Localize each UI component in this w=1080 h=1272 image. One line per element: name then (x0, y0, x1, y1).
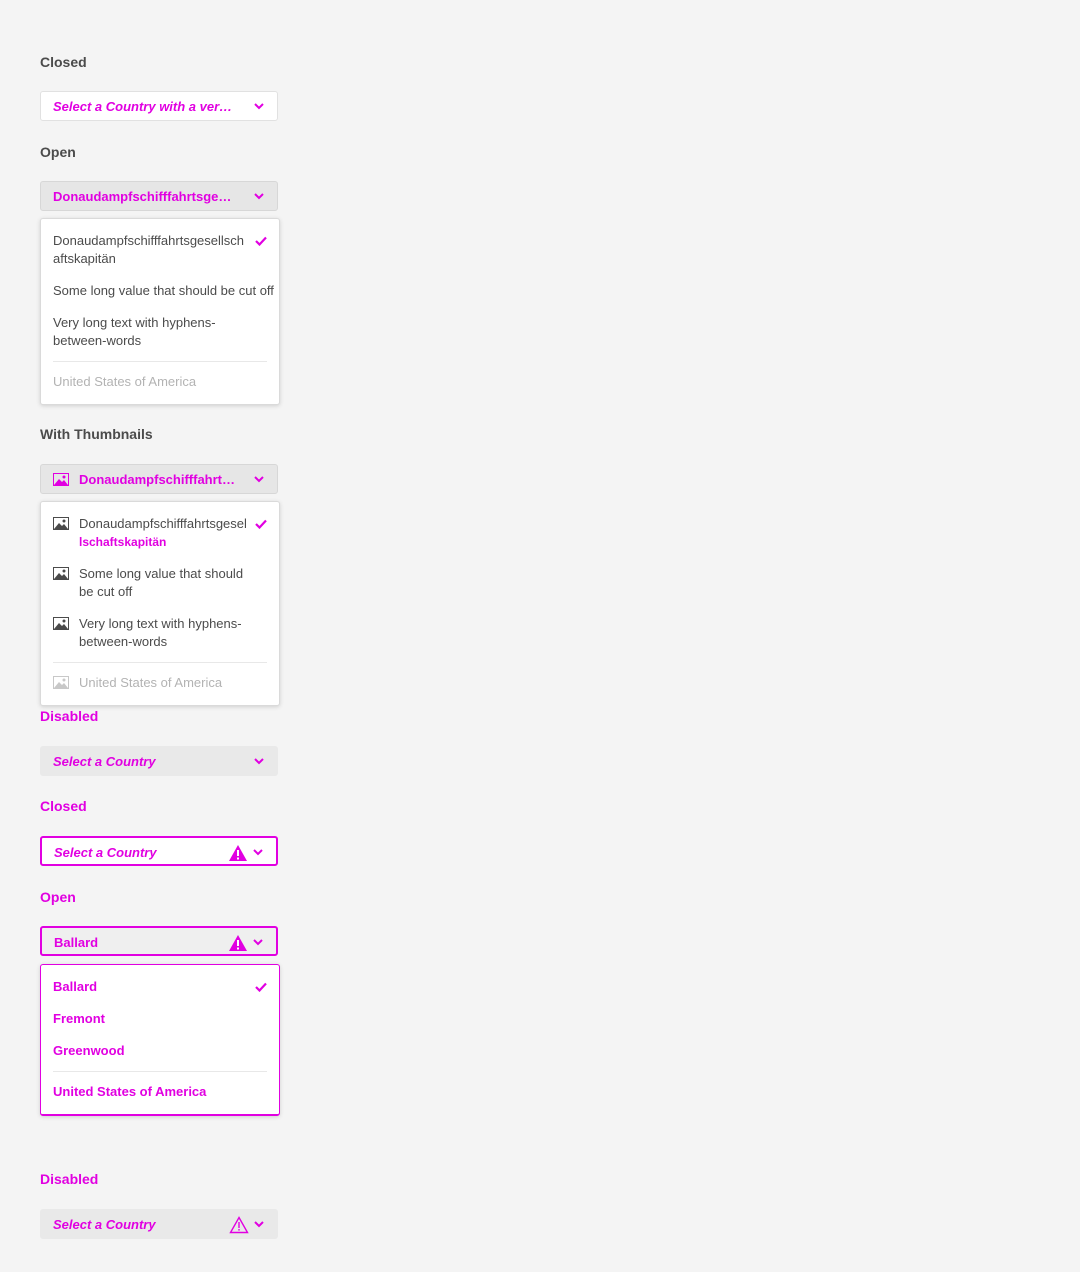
menu-item[interactable]: Ballard (41, 971, 279, 1003)
chevron-down-icon (254, 758, 264, 765)
section-label-open: Open (40, 144, 76, 160)
menu-item[interactable]: Donaudampfschifffahrtsgesellsch aftskapi… (41, 225, 279, 275)
menu-item-label: United States of America (79, 675, 223, 690)
image-icon (53, 517, 69, 530)
menu-item[interactable]: Some long value that should be cut off (41, 275, 279, 307)
picker-placeholder: Select a Country (53, 1217, 156, 1232)
chevron-down-icon (253, 849, 263, 856)
thumbnail-picker-menu: Donaudampfschifffahrtsgesel lschaftskapi… (40, 501, 280, 706)
image-icon (53, 473, 69, 486)
country-picker-invalid-disabled: Select a Country (40, 1209, 278, 1239)
menu-item-disabled: United States of America (41, 1076, 279, 1108)
chevron-down-icon (253, 939, 263, 946)
country-picker-closed[interactable]: Select a Country with a very long label (40, 91, 278, 121)
menu-item-label: Some long value that should be cut off (53, 283, 274, 298)
alert-icon (229, 1216, 249, 1234)
chevron-down-icon (254, 476, 264, 483)
menu-item[interactable]: Donaudampfschifffahrtsgesel lschaftskapi… (41, 508, 279, 558)
menu-item-overflow: lschaftskapitän (79, 535, 167, 549)
menu-item-label: Ballard (53, 979, 98, 994)
menu-item-label: Very long text with hyphens-between-word… (53, 315, 216, 348)
checkmark-icon (255, 236, 267, 246)
picker-placeholder: Select a Country (53, 754, 156, 769)
country-picker-invalid-closed[interactable]: Select a Country (40, 836, 278, 866)
picker-value: Ballard (54, 935, 99, 950)
menu-item-label: Some long value that should be cut off (79, 566, 244, 599)
country-picker-open[interactable]: Donaudampfschifffahrtsgesellschaftskapit… (40, 181, 278, 211)
section-label-open-invalid: Open (40, 889, 76, 905)
menu-item-disabled: United States of America (41, 667, 279, 699)
section-label-closed-invalid: Closed (40, 798, 87, 814)
picker-value: Select a Country with a very long label (53, 99, 237, 114)
picker-menu: Donaudampfschifffahrtsgesellsch aftskapi… (40, 218, 280, 405)
menu-item-label: Donaudampfschifffahrtsgesellsch aftskapi… (53, 233, 245, 266)
menu-item-label: United States of America (53, 374, 197, 389)
chevron-down-icon (254, 103, 264, 110)
country-picker-disabled: Select a Country (40, 746, 278, 776)
checkmark-icon (255, 982, 267, 992)
menu-item[interactable]: Fremont (41, 1003, 279, 1035)
menu-item[interactable]: Very long text with hyphens-between-word… (41, 307, 279, 357)
image-icon (53, 676, 69, 689)
section-label-disabled: Disabled (40, 708, 99, 724)
thumbnail-picker-open[interactable]: Donaudampfschifffahrtsgesellschaftskapit… (40, 464, 278, 494)
picker-value: Donaudampfschifffahrtsgesellschaftskapit… (53, 189, 237, 204)
section-label-closed: Closed (40, 54, 87, 70)
menu-divider (53, 1071, 267, 1072)
alert-icon (229, 845, 247, 861)
chevron-down-icon (254, 193, 264, 200)
country-picker-invalid-open[interactable]: Ballard (40, 926, 278, 956)
section-label-thumbnails: With Thumbnails (40, 426, 153, 442)
menu-divider (53, 361, 267, 362)
menu-item[interactable]: Some long value that should be cut off (41, 558, 279, 608)
menu-item-label: United States of America (53, 1084, 207, 1099)
menu-item[interactable]: Greenwood (41, 1035, 279, 1067)
menu-item[interactable]: Very long text with hyphens-between-word… (41, 608, 279, 658)
menu-item-label: Greenwood (53, 1043, 125, 1058)
checkmark-icon (255, 519, 267, 529)
menu-item-disabled: United States of America (41, 366, 279, 398)
image-icon (53, 567, 69, 580)
menu-item-label: Very long text with hyphens-between-word… (79, 616, 242, 649)
invalid-picker-menu: Ballard Fremont Greenwood United States … (40, 964, 280, 1116)
image-icon (53, 617, 69, 630)
menu-divider (53, 662, 267, 663)
alert-icon (229, 935, 247, 951)
picker-placeholder: Select a Country (54, 845, 157, 860)
menu-item-label: Fremont (53, 1011, 105, 1026)
chevron-down-icon (254, 1221, 264, 1228)
menu-item-label: Donaudampfschifffahrtsgesel (79, 516, 247, 531)
picker-value: Donaudampfschifffahrtsgesellschaftskapit… (79, 472, 237, 487)
section-label-disabled-invalid: Disabled (40, 1171, 99, 1187)
